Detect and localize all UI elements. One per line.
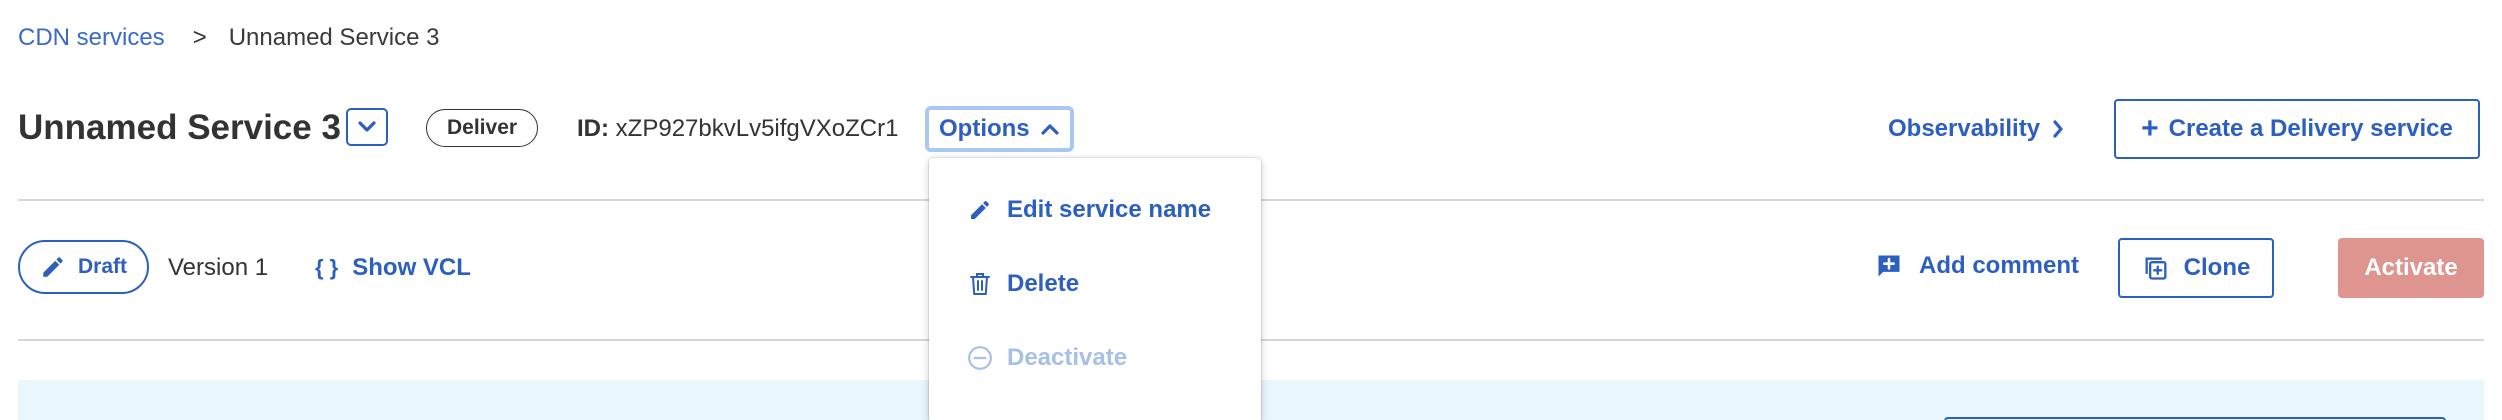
chevron-down-icon	[358, 121, 376, 132]
plus-icon: +	[2141, 112, 2159, 145]
draft-label: Draft	[78, 255, 128, 278]
service-id-label: ID:	[577, 115, 609, 142]
service-page: CDN services > Unnamed Service 3 Unnamed…	[0, 0, 2502, 420]
clone-label: Clone	[2183, 254, 2251, 281]
clone-icon	[2142, 254, 2170, 282]
add-comment-label: Add comment	[1919, 252, 2080, 279]
create-delivery-service-label: Create a Delivery service	[2168, 115, 2453, 142]
pencil-icon	[40, 254, 66, 280]
comment-plus-icon	[1875, 252, 1903, 280]
breadcrumb: CDN services > Unnamed Service 3	[18, 24, 439, 52]
minus-circle-icon	[967, 345, 993, 371]
chevron-right-icon	[2052, 119, 2064, 139]
code-braces-icon: { }	[315, 255, 339, 280]
breadcrumb-separator: >	[192, 24, 207, 51]
options-menu: Edit service name Delete Deactivate	[929, 158, 1261, 420]
show-vcl-link[interactable]: { } Show VCL	[315, 254, 471, 282]
pencil-icon	[967, 198, 993, 222]
menu-item-edit-service-name[interactable]: Edit service name	[967, 196, 1211, 224]
activate-button[interactable]: Activate	[2338, 238, 2484, 298]
service-type-badge: Deliver	[426, 109, 539, 147]
create-delivery-service-button[interactable]: + Create a Delivery service	[2114, 99, 2480, 159]
options-button[interactable]: Options	[925, 106, 1074, 152]
add-comment-button[interactable]: Add comment	[1875, 252, 2079, 280]
service-header: Unnamed Service 3 Deliver ID: xZP927bkvL…	[18, 99, 2484, 159]
draft-status-button[interactable]: Draft	[18, 240, 149, 294]
observability-link[interactable]: Observability	[1888, 115, 2064, 143]
service-switcher-button[interactable]	[346, 108, 388, 146]
page-title: Unnamed Service 3	[18, 108, 341, 147]
breadcrumb-link-cdn-services[interactable]: CDN services	[18, 24, 165, 52]
show-vcl-label: Show VCL	[352, 254, 471, 281]
service-id: ID: xZP927bkvLv5ifgVXoZCr1	[577, 115, 898, 143]
menu-item-label: Delete	[1007, 270, 1080, 297]
menu-item-deactivate[interactable]: Deactivate	[967, 344, 1127, 372]
trash-icon	[967, 271, 993, 297]
breadcrumb-current: Unnamed Service 3	[228, 24, 440, 51]
service-id-value: xZP927bkvLv5ifgVXoZCr1	[615, 115, 899, 142]
version-label: Version 1	[168, 254, 269, 281]
chevron-up-icon	[1040, 122, 1060, 136]
menu-item-label: Edit service name	[1007, 196, 1212, 223]
menu-item-label: Deactivate	[1007, 344, 1128, 371]
clone-button[interactable]: Clone	[2118, 238, 2274, 298]
options-button-label: Options	[939, 115, 1030, 142]
observability-label: Observability	[1888, 115, 2041, 142]
menu-item-delete[interactable]: Delete	[967, 270, 1079, 298]
